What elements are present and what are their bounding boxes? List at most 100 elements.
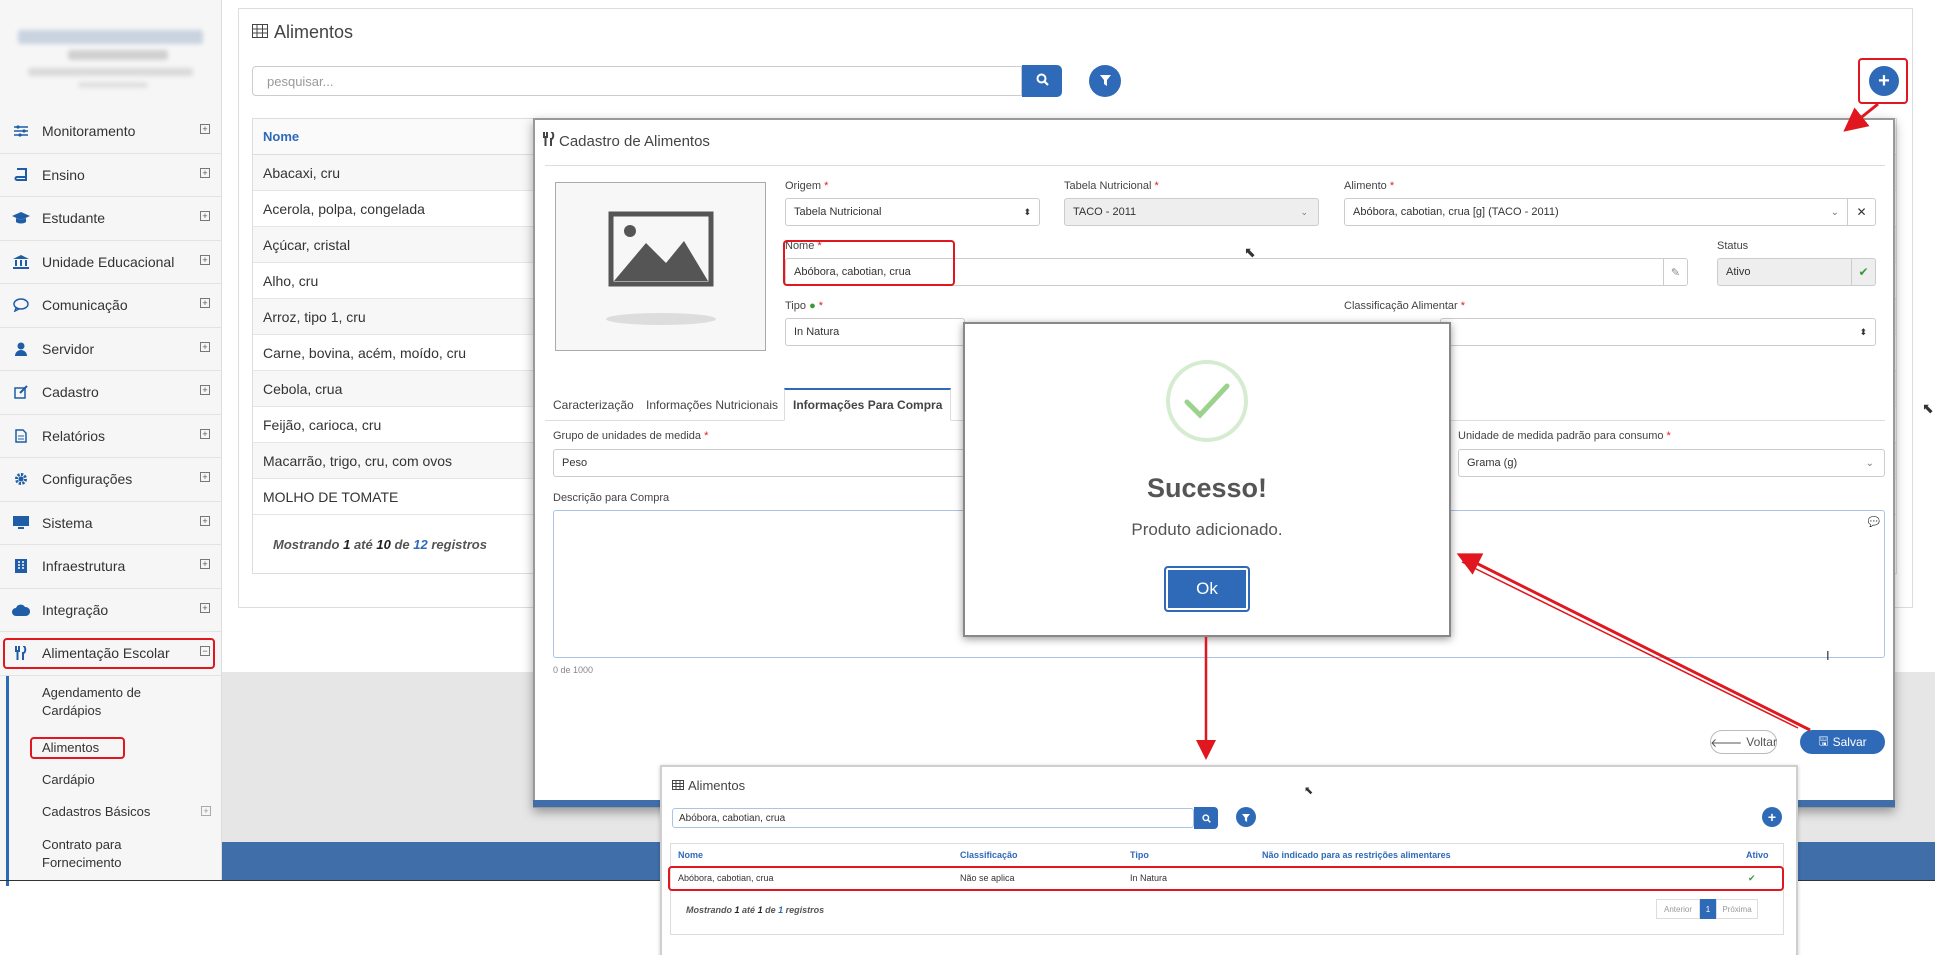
modal-title: Cadastro de Alimentos (543, 131, 710, 150)
expand-icon[interactable]: + (200, 167, 210, 178)
plus-icon: + (1767, 809, 1777, 825)
inset-cell-nome: Abóbora, cabotian, crua (678, 873, 774, 883)
tab-caracterizacao[interactable]: Caracterização (545, 388, 642, 421)
subitem-contrato[interactable]: Contrato para Fornecimento (0, 836, 150, 872)
inset-header-classificacao[interactable]: Classificação (960, 850, 1018, 860)
sidebar-item-infraestrutura[interactable]: Infraestrutura + (0, 545, 222, 589)
voltar-button[interactable]: 🡐 Voltar (1710, 730, 1777, 754)
column-header-nome[interactable]: Nome (263, 129, 299, 144)
inset-header-restricoes[interactable]: Não indicado para as restrições alimenta… (1262, 850, 1451, 860)
char-count: 0 de 1000 (553, 665, 594, 675)
tab-informacoes-nutricionais[interactable]: Informações Nutricionais (638, 388, 786, 421)
inset-header-nome[interactable]: Nome (678, 850, 703, 860)
tabela-select[interactable]: TACO - 2011 ⌄ (1064, 198, 1319, 226)
inset-title: Alimentos (672, 778, 745, 793)
success-check-icon (1166, 360, 1248, 442)
inset-filter-button[interactable] (1236, 807, 1256, 827)
inset-search-button[interactable] (1194, 807, 1218, 829)
sidebar-item-relatorios[interactable]: Relatórios + (0, 415, 222, 458)
sidebar-item-servidor[interactable]: Servidor + (0, 328, 222, 371)
sidebar-item-cadastro[interactable]: Cadastro + (0, 371, 222, 415)
expand-icon[interactable]: + (200, 559, 210, 569)
check-icon: ✔ (1748, 873, 1756, 883)
edit-icon (12, 384, 30, 400)
chevron-down-icon: ⌄ (1865, 457, 1874, 469)
grupo-select[interactable]: Peso (553, 449, 973, 477)
expand-icon[interactable]: + (200, 472, 210, 482)
inset-header-tipo[interactable]: Tipo (1130, 850, 1149, 860)
sidebar-item-label: Comunicação (42, 297, 128, 314)
sidebar-item-integracao[interactable]: Integração + (0, 589, 222, 632)
image-placeholder[interactable] (555, 182, 766, 351)
sidebar-item-estudante[interactable]: Estudante + (0, 197, 222, 241)
classificacao-label: Classificação Alimentar * (1344, 300, 1466, 312)
sidebar-item-comunicacao[interactable]: Comunicação + (0, 284, 222, 328)
mouse-cursor-icon: ⬉ (1304, 785, 1314, 797)
sidebar-item-alimentacao-escolar[interactable]: Alimentação Escolar − (0, 632, 222, 676)
inset-header-ativo[interactable]: Ativo (1746, 850, 1769, 860)
collapse-icon[interactable]: − (200, 646, 210, 656)
sidebar-item-label: Cadastro (42, 384, 99, 401)
save-icon: 🖫 (1818, 733, 1829, 748)
sidebar-item-unidade-educacional[interactable]: Unidade Educacional + (0, 241, 222, 284)
classificacao-select[interactable]: ⬍ (1440, 318, 1876, 346)
sidebar-item-label: Unidade Educacional (42, 253, 175, 270)
expand-icon[interactable]: + (200, 298, 210, 308)
inset-cell-classificacao: Não se aplica (960, 873, 1015, 883)
expand-icon[interactable]: + (200, 515, 210, 526)
subitem-cadastros-basicos[interactable]: Cadastros Básicos (0, 804, 150, 819)
select-arrows-icon: ⬍ (1023, 206, 1031, 217)
subitem-agendamento[interactable]: Agendamento de Cardápios (0, 684, 150, 720)
table-icon (252, 22, 268, 43)
expand-icon[interactable]: + (200, 385, 210, 395)
pagination-next[interactable]: Próxima (1716, 899, 1758, 919)
expand-icon[interactable]: + (200, 341, 210, 352)
table-icon (672, 778, 684, 793)
expand-icon[interactable]: + (200, 254, 210, 265)
chat-bubble-icon (12, 297, 30, 313)
filter-button[interactable] (1089, 65, 1121, 97)
ok-button[interactable]: Ok (1164, 566, 1250, 612)
origem-select[interactable]: Tabela Nutricional ⬍ (785, 198, 1040, 226)
salvar-button[interactable]: 🖫 Salvar (1800, 730, 1885, 754)
search-input[interactable]: pesquisar... (252, 66, 1022, 96)
sidebar-item-label: Estudante (42, 210, 106, 227)
expand-icon[interactable]: + (201, 806, 211, 816)
expand-icon[interactable]: + (200, 124, 210, 134)
clear-icon[interactable]: ✕ (1847, 198, 1875, 226)
select-arrows-icon: ⬍ (1859, 326, 1867, 337)
status-label: Status (1717, 240, 1749, 252)
dialog-title: Sucesso! (1146, 473, 1268, 503)
tabela-label: Tabela Nutricional * (1064, 180, 1159, 192)
tab-informacoes-para-compra[interactable]: Informações Para Compra (784, 388, 952, 421)
filter-icon (1242, 810, 1250, 825)
pagination-prev[interactable]: Anterior (1656, 899, 1700, 919)
unidade-select[interactable]: Grama (g) ⌄ (1458, 449, 1885, 477)
sidebar-item-configuracoes[interactable]: Configurações + (0, 458, 222, 502)
add-button[interactable]: + (1869, 66, 1899, 96)
comment-icon: 💬 (1867, 517, 1880, 528)
inset-add-button[interactable]: + (1762, 807, 1782, 827)
tipo-select[interactable]: In Natura (785, 318, 965, 346)
expand-icon[interactable]: + (200, 211, 210, 221)
expand-icon[interactable]: + (200, 602, 210, 613)
sidebar-item-monitoramento[interactable]: Monitoramento + (0, 110, 222, 154)
tipo-label: Tipo ● * (785, 300, 824, 312)
sidebar-item-sistema[interactable]: Sistema + (0, 502, 222, 545)
search-button[interactable] (1022, 65, 1062, 97)
alimento-select[interactable]: Abóbora, cabotian, crua [g] (TACO - 2011… (1344, 198, 1876, 226)
inset-search-input[interactable]: Abóbora, cabotian, crua (672, 808, 1194, 828)
sidebar-item-label: Monitoramento (42, 123, 136, 140)
search-icon (1201, 811, 1211, 826)
institution-icon (12, 254, 30, 270)
sidebar-item-label: Integração (42, 601, 109, 618)
sidebar-item-ensino[interactable]: Ensino + (0, 154, 222, 197)
highlight-box (3, 638, 215, 669)
gear-icon (12, 471, 30, 487)
user-icon (12, 341, 30, 357)
pagination-page[interactable]: 1 (1700, 899, 1716, 919)
expand-icon[interactable]: + (200, 428, 210, 439)
text-cursor-icon: I (1826, 648, 1830, 663)
subitem-cardapio[interactable]: Cardápio (0, 772, 95, 787)
status-field[interactable]: Ativo ✔ (1717, 258, 1876, 286)
